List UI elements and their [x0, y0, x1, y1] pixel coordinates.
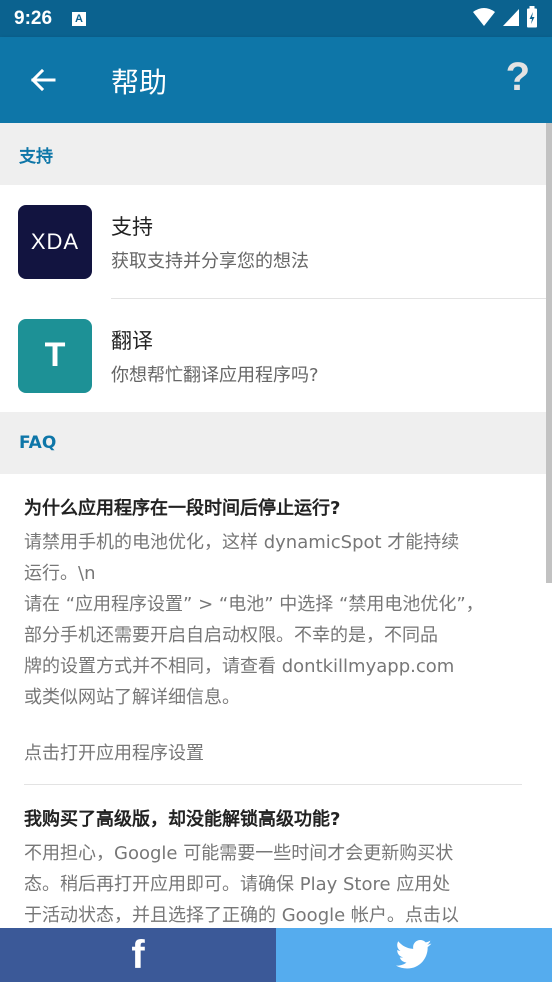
twitter-button[interactable] [276, 928, 552, 982]
status-bar: 9:26 A [0, 0, 552, 37]
open-app-settings-link[interactable]: 点击打开应用程序设置 [24, 739, 522, 784]
faq-question: 为什么应用程序在一段时间后停止运行? [24, 498, 341, 519]
page-title: 帮助 [111, 66, 168, 99]
item-text: 翻译 你想帮忙翻译应用程序吗? [111, 325, 319, 387]
scrollbar[interactable] [546, 123, 552, 583]
faq-answer-line: 或类似网站了解详细信息。 [24, 687, 240, 708]
support-section-header: 支持 [0, 123, 546, 185]
help-content[interactable]: 支持 XDA 支持 获取支持并分享您的想法 T 翻译 你想帮忙翻译应用程序吗? … [0, 123, 546, 928]
faq-answer-line: 不用担心，Google 可能需要一些时间才会更新购买状 [24, 843, 454, 864]
faq-answer-line: 运行。\n [24, 563, 96, 584]
signal-icon [503, 9, 519, 26]
faq-answer-line: 态。稍后再打开应用即可。请确保 Play Store 应用处 [24, 874, 451, 895]
notification-icon: A [72, 11, 87, 26]
item-subtitle: 你想帮忙翻译应用程序吗? [111, 364, 319, 386]
support-item-xda[interactable]: XDA 支持 获取支持并分享您的想法 [0, 185, 546, 299]
faq-answer: 请禁用手机的电池优化，这样 dynamicSpot 才能持续 运行。\n 请在 … [24, 527, 522, 713]
app-bar: 帮助 ? [0, 37, 552, 123]
faq-answer-line: 于活动状态，并且选择了正确的 Google 帐户。点击以 [24, 905, 459, 926]
faq-answer-line: 部分手机还需要开启自启动权限。不幸的是，不同品 [24, 625, 438, 646]
section-title: FAQ [19, 433, 57, 453]
faq-item-premium: 我购买了高级版，却没能解锁高级功能? 不用担心，Google 可能需要一些时间才… [0, 785, 546, 928]
back-arrow-icon[interactable] [26, 63, 60, 97]
twitter-icon [396, 940, 432, 969]
faq-question: 我购买了高级版，却没能解锁高级功能? [24, 809, 341, 830]
faq-answer-line: 请在 “应用程序设置” > “电池” 中选择 “禁用电池优化”， [24, 594, 484, 615]
faq-answer: 不用担心，Google 可能需要一些时间才会更新购买状 态。稍后再打开应用即可。… [24, 838, 522, 928]
facebook-icon: f [131, 932, 145, 977]
faq-answer-line: 牌的设置方式并不相同，请查看 dontkillmyapp.com [24, 656, 455, 677]
battery-icon [527, 6, 537, 28]
facebook-button[interactable]: f [0, 928, 276, 982]
item-subtitle: 获取支持并分享您的想法 [111, 251, 309, 272]
faq-answer-line: 请禁用手机的电池优化，这样 dynamicSpot 才能持续 [24, 532, 460, 553]
faq-section-header: FAQ [0, 412, 546, 474]
item-title: 支持 [111, 215, 153, 239]
help-icon[interactable]: ? [506, 55, 530, 100]
share-bar: f [0, 928, 552, 982]
status-time: 9:26 [14, 7, 53, 29]
status-icons [472, 6, 538, 28]
section-title: 支持 [19, 146, 53, 167]
wifi-icon [473, 8, 495, 26]
faq-item-battery: 为什么应用程序在一段时间后停止运行? 请禁用手机的电池优化，这样 dynamic… [0, 474, 546, 784]
item-title: 翻译 [111, 328, 153, 353]
translate-logo-icon: T [18, 318, 92, 393]
xda-logo-icon: XDA [18, 205, 92, 279]
item-text: 支持 获取支持并分享您的想法 [111, 211, 309, 273]
support-item-translate[interactable]: T 翻译 你想帮忙翻译应用程序吗? [0, 299, 546, 412]
